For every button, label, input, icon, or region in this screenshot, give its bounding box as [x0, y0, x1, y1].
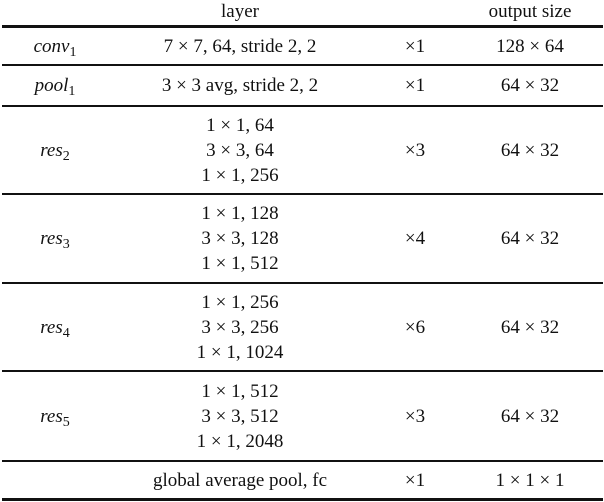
row-name: res3: [40, 228, 70, 252]
table-row: res4 1 × 1, 256 3 × 3, 256 1 × 1, 1024 ×6 …: [0, 284, 604, 370]
row-repeat: ×1: [404, 469, 426, 491]
row-name: pool1: [34, 75, 76, 99]
row-output-size: 64 × 32: [500, 139, 560, 161]
row-name: conv1: [33, 35, 77, 60]
row-output-size: 1 × 1 × 1: [495, 469, 565, 491]
row-repeat: ×6: [404, 316, 426, 338]
row-layer: 1 × 1, 128 3 × 3, 128 1 × 1, 512: [201, 203, 279, 274]
row-repeat: ×3: [404, 405, 426, 427]
row-repeat: ×1: [404, 35, 426, 57]
table-row: global average pool, fc ×1 1 × 1 × 1: [0, 462, 604, 498]
row-layer: 3 × 3 avg, stride 2, 2: [161, 75, 319, 96]
table-row: pool1 3 × 3 avg, stride 2, 2 ×1 64 × 32: [0, 66, 604, 105]
row-output-size: 64 × 32: [500, 316, 560, 338]
row-layer: 1 × 1, 256 3 × 3, 256 1 × 1, 1024: [196, 291, 284, 363]
row-repeat: ×1: [404, 75, 426, 96]
row-output-size: 128 × 64: [496, 35, 564, 57]
row-layer: 1 × 1, 512 3 × 3, 512 1 × 1, 2048: [196, 380, 284, 452]
row-name: res5: [40, 405, 70, 430]
row-layer: global average pool, fc: [152, 469, 328, 491]
row-name: [0, 462, 110, 498]
header-layer: layer: [221, 1, 259, 22]
header-output-size: output size: [488, 1, 572, 22]
table-row: conv1 7 × 7, 64, stride 2, 2 ×1 128 × 64: [0, 28, 604, 64]
row-repeat: ×4: [404, 228, 426, 249]
table-row: res5 1 × 1, 512 3 × 3, 512 1 × 1, 2048 ×3 …: [0, 372, 604, 460]
table-row: res3 1 × 1, 128 3 × 3, 128 1 × 1, 512 ×4 6…: [0, 195, 604, 282]
bottom-rule: [2, 498, 603, 501]
row-repeat: ×3: [404, 139, 426, 161]
row-output-size: 64 × 32: [500, 75, 560, 96]
row-layer: 1 × 1, 64 3 × 3, 64 1 × 1, 256: [201, 114, 279, 186]
row-layer: 7 × 7, 64, stride 2, 2: [163, 35, 317, 57]
row-name: res4: [40, 316, 70, 341]
table-row: res2 1 × 1, 64 3 × 3, 64 1 × 1, 256 ×3 64 …: [0, 107, 604, 193]
row-name: res2: [40, 139, 70, 164]
row-output-size: 64 × 32: [500, 228, 560, 249]
row-output-size: 64 × 32: [500, 405, 560, 427]
